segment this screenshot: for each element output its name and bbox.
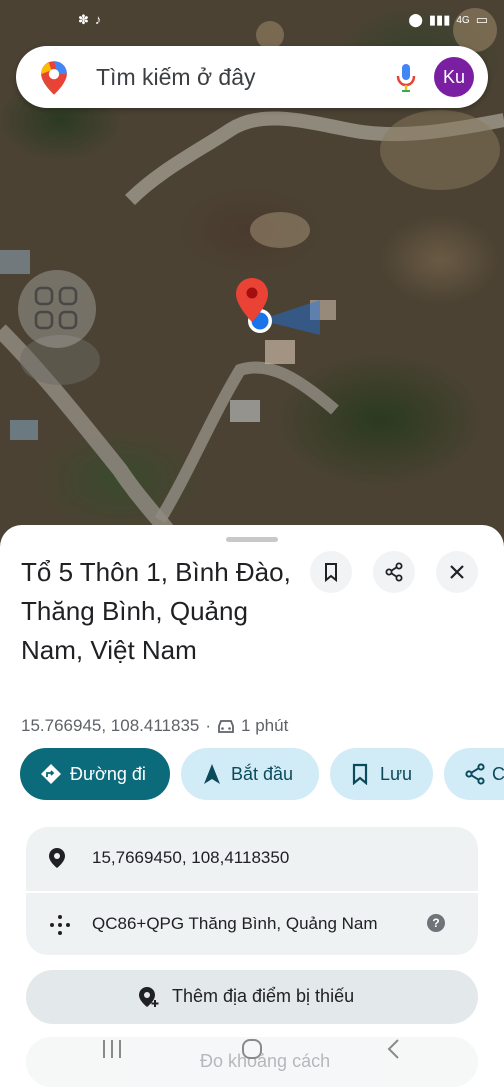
travel-time: 1 phút [241,716,289,735]
save-button[interactable]: Lưu [330,748,433,800]
place-coordinates: 15.766945, 108.411835 [21,716,200,735]
meta-separator: · [205,716,212,735]
map-view[interactable]: ✽ ♪ ⬤ ▮▮▮ 4G ▭ Tìm kiếm ở đây Ku [0,0,504,560]
google-maps-logo-icon [41,61,67,95]
place-title: Tổ 5 Thôn 1, Bình Đào, Thăng Bình, Quảng… [21,557,291,665]
add-missing-place-label: Thêm địa điểm bị thiếu [172,986,355,1006]
close-button[interactable] [436,551,478,593]
layers-icon [34,286,78,330]
flower-icon: ✽ [78,12,89,27]
share-button[interactable]: C [444,748,504,800]
add-place-icon [139,987,159,1007]
sheet-drag-handle[interactable] [226,537,278,542]
bookmark-icon [352,763,368,785]
network-label: 4G [456,14,470,26]
plus-code-row[interactable]: QC86+QPG Thăng Bình, Quảng Nam ? [26,893,478,957]
search-input[interactable]: Tìm kiếm ở đây [96,64,256,91]
share-icon [385,562,403,582]
back-icon[interactable] [382,1037,406,1061]
coordinates-text: 15,7669450, 108,4118350 [92,848,290,867]
account-avatar[interactable]: Ku [434,57,474,97]
bookmark-icon [325,563,337,582]
search-bar[interactable]: Tìm kiếm ở đây Ku [16,46,488,108]
battery-icon: ▭ [475,12,488,27]
directions-icon [41,764,61,784]
system-nav-bar [0,1025,504,1080]
car-icon [218,720,234,733]
location-pin-icon [49,848,65,868]
layers-button[interactable] [18,270,96,348]
share-icon [465,763,485,785]
help-icon[interactable]: ? [427,914,445,932]
directions-label: Đường đi [70,764,146,784]
action-chips: Đường đi Bắt đầu Lưu C [20,748,504,802]
signal-icon: ▮▮▮ [428,12,451,27]
close-icon [450,565,464,579]
share-icon-button[interactable] [373,551,415,593]
status-bar: ✽ ♪ ⬤ ▮▮▮ 4G ▭ [0,8,504,34]
red-pin-icon[interactable] [234,276,270,326]
location-icon: ⬤ [408,12,423,27]
navigation-arrow-icon [204,764,220,784]
start-label: Bắt đầu [231,764,294,784]
start-button[interactable]: Bắt đầu [181,748,319,800]
place-details-card: 15,7669450, 108,4118350 QC86+QPG Thăng B… [26,827,478,955]
plus-code-icon [50,915,70,935]
save-label: Lưu [380,764,413,784]
share-label: C [492,764,504,784]
add-missing-place-button[interactable]: Thêm địa điểm bị thiếu [26,970,478,1024]
place-bottom-sheet[interactable]: Tổ 5 Thôn 1, Bình Đào, Thăng Bình, Quảng… [0,525,504,1087]
tiktok-icon: ♪ [94,12,102,27]
save-icon-button[interactable] [310,551,352,593]
directions-button[interactable]: Đường đi [20,748,170,800]
microphone-icon[interactable] [394,62,418,94]
plus-code-text: QC86+QPG Thăng Bình, Quảng Nam [92,914,378,933]
recent-apps-icon[interactable] [100,1037,124,1061]
coordinates-row[interactable]: 15,7669450, 108,4118350 [26,827,478,891]
home-icon[interactable] [240,1037,264,1061]
place-meta: 15.766945, 108.411835 · 1 phút [21,716,288,736]
